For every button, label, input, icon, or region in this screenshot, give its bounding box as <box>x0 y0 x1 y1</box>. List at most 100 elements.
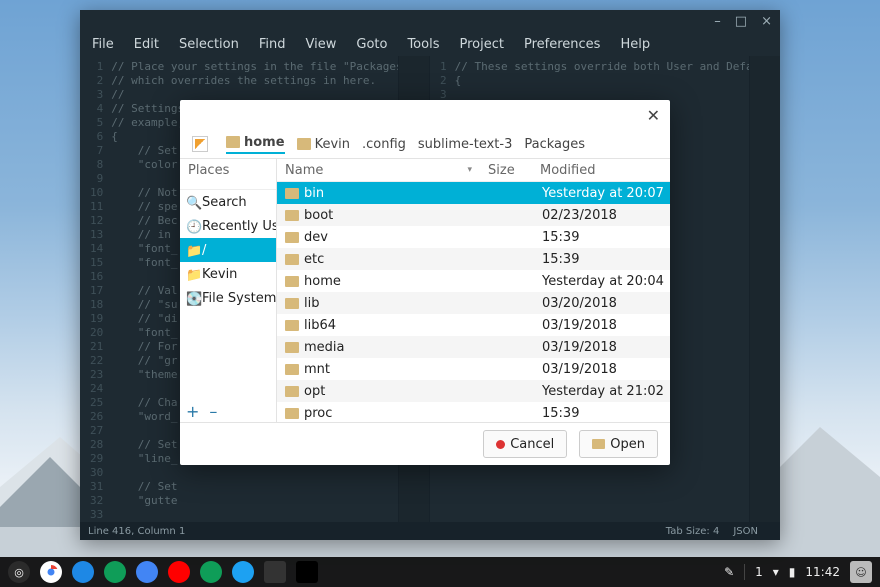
window-titlebar: – □ × <box>80 10 780 32</box>
folder-icon <box>297 138 311 150</box>
taskbar-terminal-icon[interactable] <box>264 561 286 583</box>
folder-icon <box>592 439 605 449</box>
disk-icon: 💽 <box>186 292 198 304</box>
menu-view[interactable]: View <box>300 35 343 54</box>
bookmark-add-button[interactable]: + <box>186 406 199 418</box>
folder-icon <box>226 136 240 148</box>
folder-icon: 📁 <box>186 244 198 256</box>
folder-icon: 📁 <box>186 268 198 280</box>
places-item-filesystem[interactable]: 💽File System <box>180 286 276 310</box>
desktop: – □ × File Edit Selection Find View Goto Tools… <box>0 0 880 587</box>
file-row-dev[interactable]: dev15:39 <box>277 226 670 248</box>
file-rows[interactable]: binYesterday at 20:07boot02/23/2018dev15… <box>277 182 670 422</box>
menu-selection[interactable]: Selection <box>173 35 245 54</box>
menu-project[interactable]: Project <box>453 35 509 54</box>
taskbar-files-icon[interactable] <box>72 561 94 583</box>
open-label: Open <box>610 437 645 452</box>
menu-edit[interactable]: Edit <box>128 35 165 54</box>
menu-help[interactable]: Help <box>614 35 656 54</box>
file-row-boot[interactable]: boot02/23/2018 <box>277 204 670 226</box>
menu-file[interactable]: File <box>86 35 120 54</box>
dialog-actions: Cancel Open <box>180 422 670 465</box>
menu-find[interactable]: Find <box>253 35 292 54</box>
taskbar-launcher-icon[interactable]: ◎ <box>8 561 30 583</box>
places-sidebar: Places 🔍Search🕘Recently Us…📁/📁Kevin💽File… <box>180 159 277 422</box>
taskbar-penguin-icon[interactable] <box>296 561 318 583</box>
cancel-label: Cancel <box>510 437 554 452</box>
file-row-bin[interactable]: binYesterday at 20:07 <box>277 182 670 204</box>
folder-icon <box>285 298 299 309</box>
minimap-right[interactable] <box>749 56 780 522</box>
taskbar: ◎ ✎ 1 ▾ ▮ 11:42 ☺ <box>0 557 880 587</box>
menu-tools[interactable]: Tools <box>401 35 445 54</box>
folder-icon <box>285 188 299 199</box>
clock-icon: 🕘 <box>186 220 198 232</box>
taskbar-docs-icon[interactable] <box>136 561 158 583</box>
file-row-etc[interactable]: etc15:39 <box>277 248 670 270</box>
status-position: Line 416, Column 1 <box>88 526 185 537</box>
folder-icon <box>285 320 299 331</box>
file-row-mnt[interactable]: mnt03/19/2018 <box>277 358 670 380</box>
folder-icon <box>285 276 299 287</box>
notification-count[interactable]: 1 <box>755 565 763 579</box>
file-row-home[interactable]: homeYesterday at 20:04 <box>277 270 670 292</box>
statusbar: Line 416, Column 1 Tab Size: 4 JSON <box>80 522 780 540</box>
menu-preferences[interactable]: Preferences <box>518 35 606 54</box>
file-row-lib64[interactable]: lib6403/19/2018 <box>277 314 670 336</box>
dialog-close-icon[interactable]: ✕ <box>647 106 660 125</box>
taskbar-twitter-icon[interactable] <box>232 561 254 583</box>
battery-icon[interactable]: ▮ <box>789 565 796 579</box>
folder-icon <box>285 342 299 353</box>
window-maximize-icon[interactable]: □ <box>735 14 747 29</box>
taskbar-youtube-icon[interactable] <box>168 561 190 583</box>
open-button[interactable]: Open <box>579 430 658 458</box>
file-list: Name Size Modified binYesterday at 20:07… <box>277 159 670 422</box>
window-minimize-icon[interactable]: – <box>714 14 721 29</box>
folder-icon <box>285 232 299 243</box>
path-segment-.config[interactable]: .config <box>362 137 406 152</box>
folder-icon <box>285 364 299 375</box>
path-segment-sublime-text-3[interactable]: sublime-text-3 <box>418 137 512 152</box>
places-item-kevin[interactable]: 📁Kevin <box>180 262 276 286</box>
pencil-icon <box>192 136 208 152</box>
file-row-media[interactable]: media03/19/2018 <box>277 336 670 358</box>
file-row-proc[interactable]: proc15:39 <box>277 402 670 422</box>
menubar: File Edit Selection Find View Goto Tools Projec… <box>80 32 780 56</box>
pathbar: home Kevin .config sublime-text-3 Packages <box>180 130 670 159</box>
open-file-dialog: ✕ home Kevin .config sublime-text-3 Packages… <box>180 100 670 465</box>
column-size[interactable]: Size <box>480 159 532 182</box>
taskbar-chrome-icon[interactable] <box>40 561 62 583</box>
column-name[interactable]: Name <box>277 159 480 182</box>
gutter-left: 1234567891011121314151617181920212223242… <box>80 56 111 522</box>
path-segment-home[interactable]: home <box>226 135 285 154</box>
path-segment-Kevin[interactable]: Kevin <box>297 137 350 152</box>
taskbar-drive-icon[interactable] <box>104 561 126 583</box>
places-item-[interactable]: 📁/ <box>180 238 276 262</box>
places-item-search[interactable]: 🔍Search <box>180 190 276 214</box>
path-segment-Packages[interactable]: Packages <box>524 137 585 152</box>
column-headers: Name Size Modified <box>277 159 670 182</box>
bookmark-remove-button[interactable]: – <box>209 406 217 418</box>
folder-icon <box>285 386 299 397</box>
folder-icon <box>285 210 299 221</box>
places-item-recentlyus[interactable]: 🕘Recently Us… <box>180 214 276 238</box>
cancel-button[interactable]: Cancel <box>483 430 567 458</box>
menu-goto[interactable]: Goto <box>350 35 393 54</box>
stylus-icon[interactable]: ✎ <box>724 565 734 579</box>
places-header: Places <box>180 159 276 190</box>
avatar[interactable]: ☺ <box>850 561 872 583</box>
clock[interactable]: 11:42 <box>805 565 840 579</box>
column-modified[interactable]: Modified <box>532 159 670 182</box>
folder-icon <box>285 408 299 419</box>
window-close-icon[interactable]: × <box>761 14 772 29</box>
search-icon: 🔍 <box>186 196 198 208</box>
status-syntax[interactable]: JSON <box>733 526 758 537</box>
file-row-opt[interactable]: optYesterday at 21:02 <box>277 380 670 402</box>
path-segment-edit[interactable] <box>192 136 214 152</box>
cancel-icon <box>496 440 505 449</box>
file-row-lib[interactable]: lib03/20/2018 <box>277 292 670 314</box>
wifi-icon[interactable]: ▾ <box>773 565 779 579</box>
dialog-header: ✕ <box>180 100 670 130</box>
status-tabsize[interactable]: Tab Size: 4 <box>666 526 720 537</box>
taskbar-hangouts-icon[interactable] <box>200 561 222 583</box>
